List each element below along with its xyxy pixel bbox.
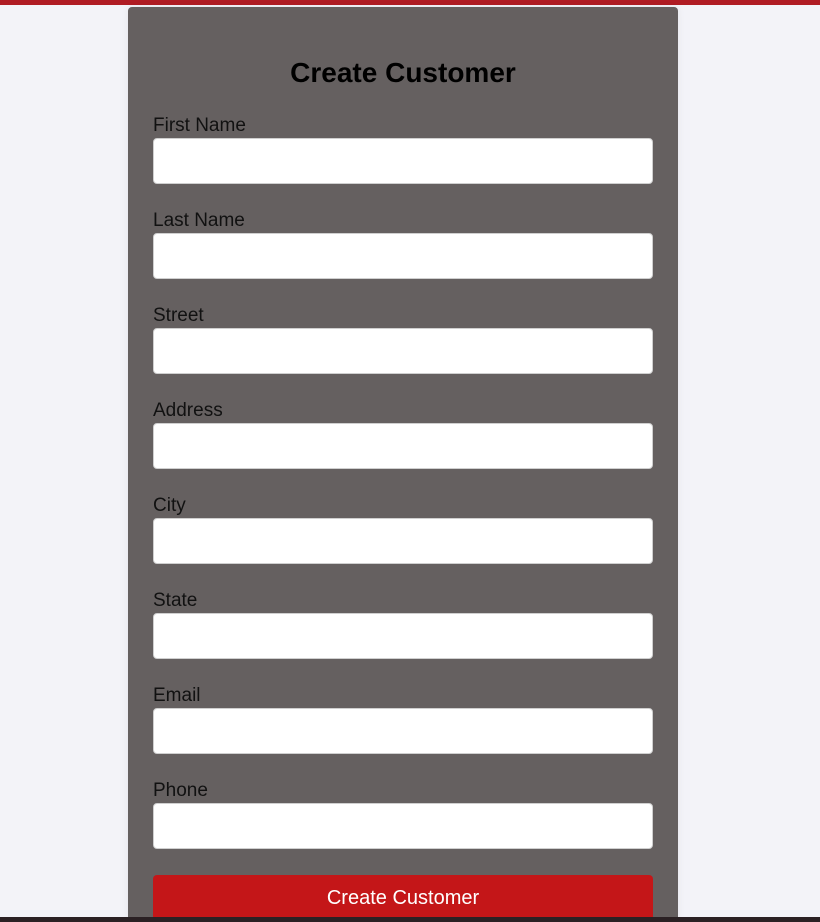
street-input[interactable] <box>153 328 653 374</box>
phone-input[interactable] <box>153 803 653 849</box>
bottom-bar <box>0 917 820 922</box>
state-input[interactable] <box>153 613 653 659</box>
last-name-input[interactable] <box>153 233 653 279</box>
street-label: Street <box>153 305 204 326</box>
create-customer-form: Create Customer First Name Last Name Str… <box>128 7 678 922</box>
city-label: City <box>153 495 186 516</box>
last-name-label: Last Name <box>153 210 245 231</box>
city-input[interactable] <box>153 518 653 564</box>
top-accent-bar <box>0 0 820 5</box>
first-name-input[interactable] <box>153 138 653 184</box>
state-label: State <box>153 590 198 611</box>
phone-label: Phone <box>153 780 208 801</box>
first-name-label: First Name <box>153 115 246 136</box>
create-customer-button[interactable]: Create Customer <box>153 875 653 921</box>
address-label: Address <box>153 400 223 421</box>
address-input[interactable] <box>153 423 653 469</box>
email-label: Email <box>153 685 201 706</box>
email-input[interactable] <box>153 708 653 754</box>
form-title: Create Customer <box>290 57 516 88</box>
